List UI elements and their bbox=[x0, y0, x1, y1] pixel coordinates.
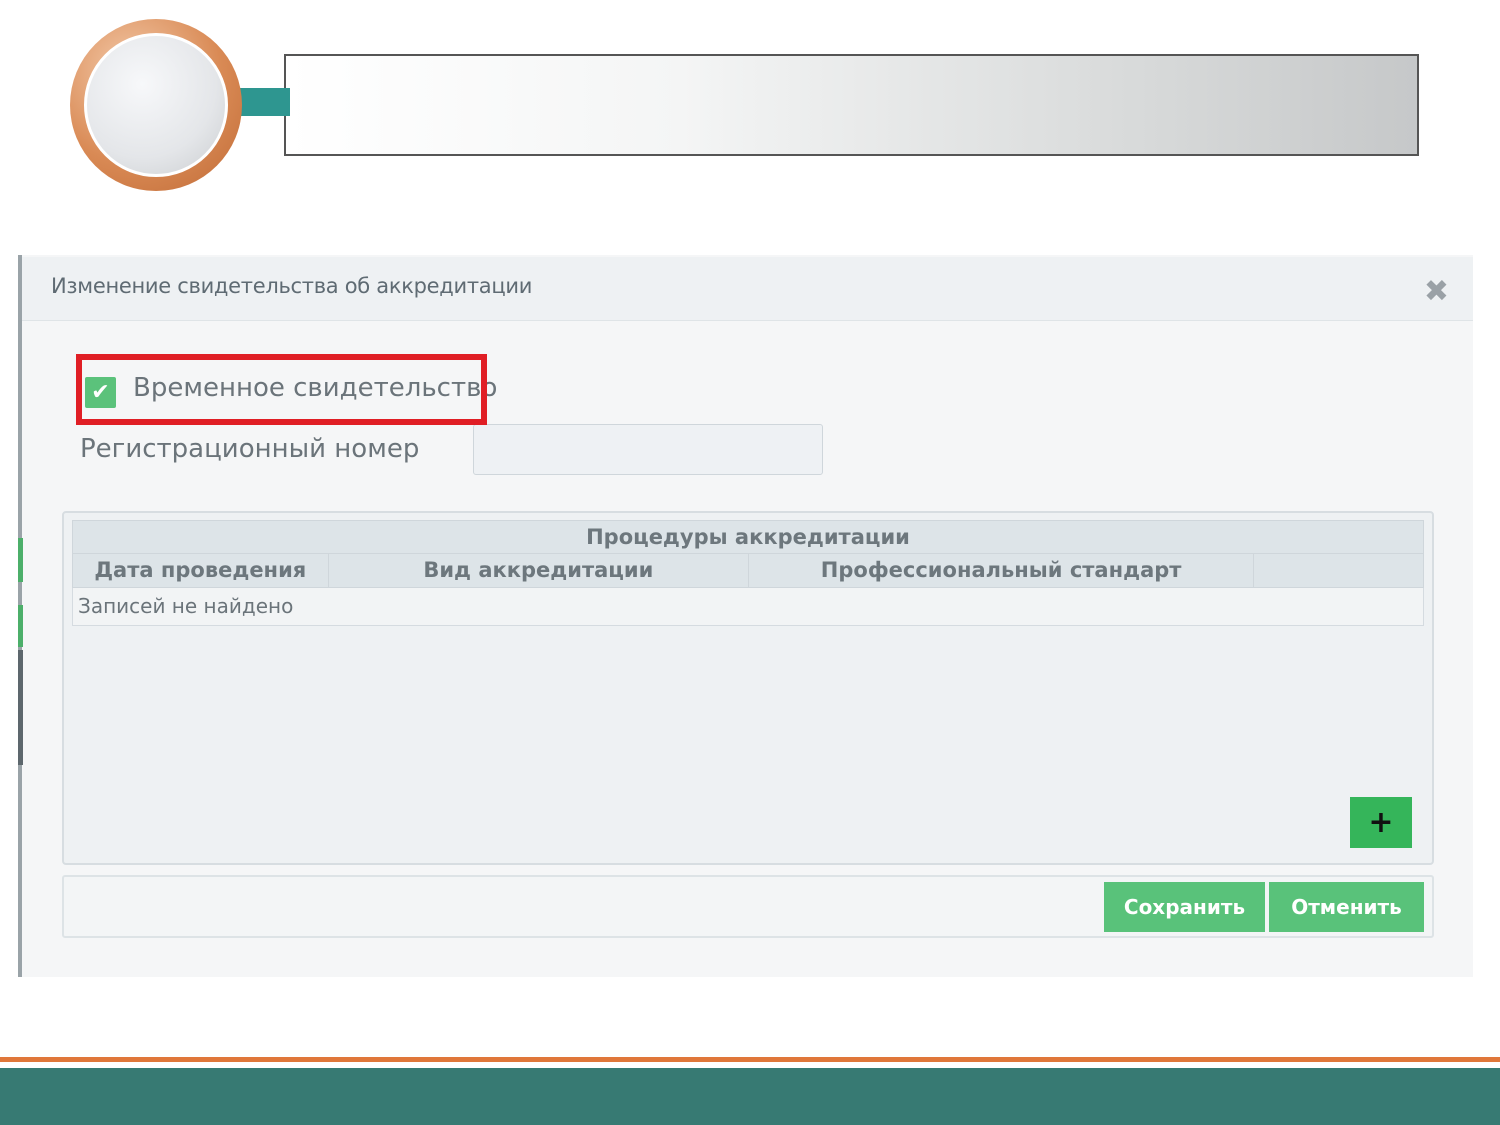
plus-icon: + bbox=[1368, 805, 1394, 840]
procedures-table-caption: Процедуры аккредитации bbox=[72, 520, 1424, 554]
dialog-header: Изменение свидетельства об аккредитации … bbox=[22, 257, 1473, 321]
table-empty-row: Записей не найдено bbox=[72, 588, 1424, 626]
registration-number-input[interactable] bbox=[473, 424, 823, 475]
add-procedure-button[interactable]: + bbox=[1350, 797, 1412, 848]
decorative-orange-line bbox=[0, 1057, 1500, 1062]
column-header-professional-standard[interactable]: Профессиональный стандарт bbox=[749, 554, 1255, 587]
decorative-circle-inner bbox=[84, 33, 228, 177]
column-header-accreditation-type[interactable]: Вид аккредитации bbox=[329, 554, 749, 587]
dialog-footer: Сохранить Отменить bbox=[62, 875, 1434, 938]
dialog-title: Изменение свидетельства об аккредитации bbox=[51, 274, 533, 298]
background-edge-mark bbox=[18, 650, 23, 765]
procedures-table-header: Дата проведения Вид аккредитации Професс… bbox=[72, 554, 1424, 588]
registration-number-label: Регистрационный номер bbox=[80, 434, 420, 464]
highlight-annotation bbox=[76, 354, 487, 425]
decorative-circle bbox=[70, 19, 242, 191]
cancel-button[interactable]: Отменить bbox=[1269, 882, 1424, 932]
dialog-screenshot: Изменение свидетельства об аккредитации … bbox=[18, 255, 1473, 977]
background-edge-mark bbox=[18, 538, 23, 582]
column-header-date[interactable]: Дата проведения bbox=[73, 554, 329, 587]
background-edge-mark bbox=[18, 605, 23, 647]
close-icon[interactable]: ✖ bbox=[1424, 277, 1449, 307]
column-header-actions bbox=[1254, 554, 1423, 587]
save-button[interactable]: Сохранить bbox=[1104, 882, 1265, 932]
procedures-table-panel: Процедуры аккредитации Дата проведения В… bbox=[62, 511, 1434, 865]
decorative-footer-bar bbox=[0, 1068, 1500, 1125]
slide-title-box bbox=[284, 54, 1419, 156]
